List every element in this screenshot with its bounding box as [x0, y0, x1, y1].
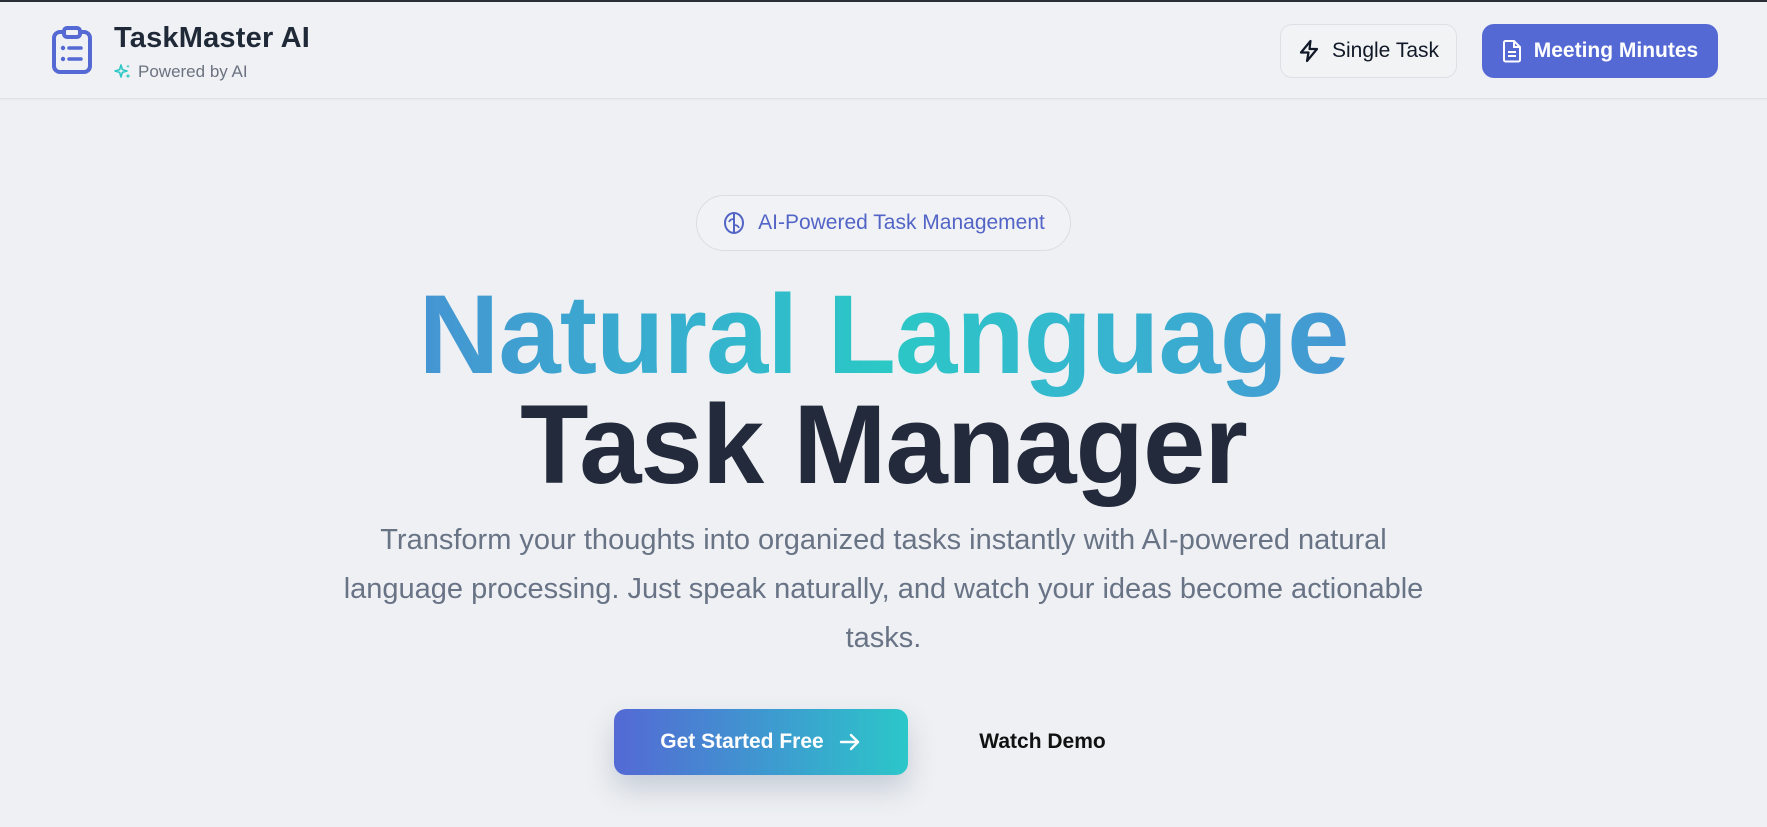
- app-title: TaskMaster AI: [114, 22, 311, 54]
- sparkles-icon: [114, 64, 131, 79]
- headline-gradient-text: Natural Language: [418, 272, 1350, 397]
- lightning-icon: [1299, 39, 1319, 63]
- watch-demo-label: Watch Demo: [979, 730, 1106, 753]
- badge-label: AI-Powered Task Management: [758, 211, 1045, 234]
- single-task-label: Single Task: [1331, 39, 1439, 62]
- hero-headline-dark: Task Manager: [520, 382, 1248, 507]
- get-started-button[interactable]: Get Started Free: [614, 709, 908, 775]
- top-navigation-bar: TaskMaster AI Powered by AI Single Task …: [0, 2, 1767, 99]
- app-subtitle: Powered by AI: [114, 62, 248, 82]
- hero-description: Transform your thoughts into organized t…: [343, 524, 1424, 654]
- watch-demo-button[interactable]: Watch Demo: [960, 709, 1125, 775]
- single-task-button[interactable]: Single Task: [1280, 24, 1457, 78]
- clipboard-list-icon[interactable]: [50, 26, 94, 74]
- meeting-minutes-button[interactable]: Meeting Minutes: [1482, 24, 1718, 78]
- get-started-label: Get Started Free: [660, 730, 824, 753]
- brain-icon: [724, 212, 745, 234]
- arrow-right-icon: [839, 733, 859, 751]
- feature-badge: AI-Powered Task Management: [696, 195, 1071, 251]
- meeting-minutes-label: Meeting Minutes: [1533, 39, 1699, 62]
- document-icon: [1502, 40, 1521, 63]
- subtitle-text: Powered by AI: [138, 62, 248, 81]
